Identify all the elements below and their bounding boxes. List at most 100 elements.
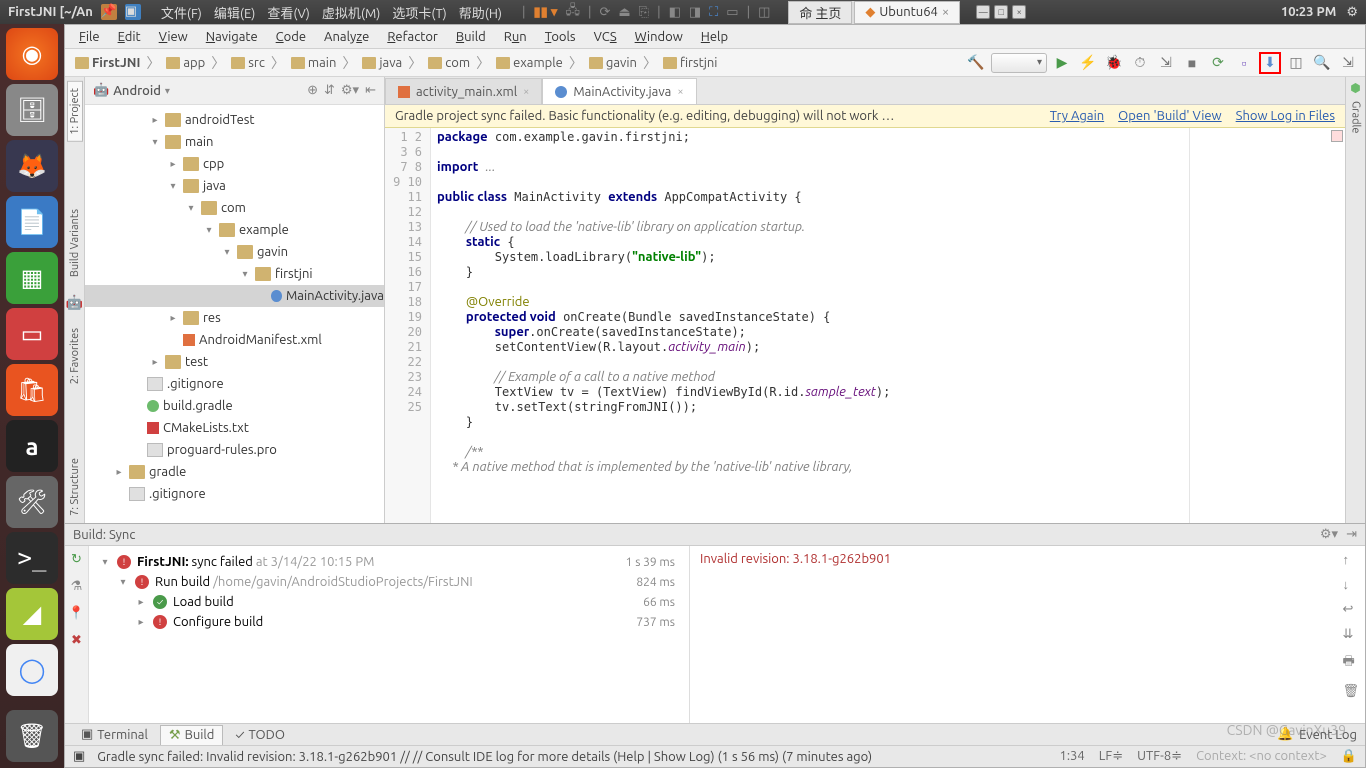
vm-tab-home[interactable]: 命 主页 (788, 1, 852, 24)
launcher-settings-icon[interactable]: 🛠 (6, 476, 58, 528)
scroll-from-source-icon[interactable]: ⊕ (307, 83, 318, 98)
pin-icon[interactable]: 📍 (68, 606, 84, 621)
vm-layout-icon[interactable]: ◧ (669, 5, 681, 20)
print-icon[interactable]: 🖶 (1342, 652, 1359, 674)
memory-indicator-icon[interactable]: 🔒 (1341, 749, 1357, 764)
open-build-view-link[interactable]: Open 'Build' View (1118, 109, 1221, 123)
breadcrumb-item[interactable]: src (227, 55, 269, 71)
build-tree-row[interactable]: ▾!Run build /home/gavin/AndroidStudioPro… (93, 572, 685, 592)
sdk-manager-icon[interactable]: ⬇ (1259, 52, 1281, 74)
vm-layout-icon4[interactable]: ◫ (758, 5, 770, 20)
vm-icon-2[interactable]: ▣ (125, 4, 141, 20)
tree-node[interactable]: proguard-rules.pro (85, 439, 384, 461)
project-view-selector[interactable]: 🤖Android ▾ (93, 83, 170, 98)
try-again-link[interactable]: Try Again (1050, 109, 1104, 123)
vm-menu-help[interactable]: 帮助(H) (455, 3, 506, 22)
tab-close-icon[interactable]: × (942, 5, 949, 19)
menu-run[interactable]: Run (496, 28, 535, 46)
breadcrumb-item[interactable]: java (358, 55, 406, 71)
sync-icon[interactable]: ⟳ (1207, 52, 1229, 74)
code-area[interactable]: package com.example.gavin.firstjni; impo… (431, 128, 1345, 523)
tool-tab-event-log[interactable]: Event Log (1299, 728, 1357, 742)
attach-debugger-icon[interactable]: ⇲ (1155, 52, 1177, 74)
tree-node[interactable]: CMakeLists.txt (85, 417, 384, 439)
tree-node[interactable]: ▾firstjni (85, 263, 384, 285)
vm-pause-icon[interactable]: ▮▮ ▾ (534, 5, 558, 20)
launcher-impress-icon[interactable]: ▭ (6, 308, 58, 360)
tool-tab-project[interactable]: 1: Project (67, 81, 83, 142)
context-indicator[interactable]: Context: <no context> (1196, 749, 1327, 764)
tree-node[interactable]: ▾gavin (85, 241, 384, 263)
breadcrumb-item[interactable]: gavin (585, 55, 641, 71)
vm-tb-icon4[interactable]: ⎘ (639, 5, 649, 20)
launcher-terminal-icon[interactable]: >_ (6, 532, 58, 584)
build-message-pane[interactable]: Invalid revision: 3.18.1-g262b901 ↑ ↓ ↩ … (689, 546, 1365, 723)
run-icon[interactable]: ▶ (1051, 52, 1073, 74)
minimize-button[interactable]: — (976, 5, 990, 19)
menu-window[interactable]: Window (627, 28, 691, 46)
menu-analyze[interactable]: Analyze (316, 28, 377, 46)
editor-tab-main-activity[interactable]: MainActivity.java× (542, 78, 696, 104)
menu-view[interactable]: View (151, 28, 196, 46)
tree-node[interactable]: ▾main (85, 131, 384, 153)
vm-tb-icon3[interactable]: ⏏ (618, 5, 630, 20)
avd-icon[interactable]: ▫ (1233, 52, 1255, 74)
tree-node[interactable]: build.gradle (85, 395, 384, 417)
vm-tb-icon2[interactable]: ⟳ (599, 5, 610, 20)
menu-vcs[interactable]: VCS (586, 28, 625, 46)
tree-node[interactable]: ▾example (85, 219, 384, 241)
launcher-dash-icon[interactable]: ◉ (6, 28, 58, 80)
tool-tab-structure[interactable]: 7: Structure (67, 451, 83, 523)
stop-icon[interactable]: ■ (1181, 52, 1203, 74)
close-button[interactable]: × (1012, 5, 1026, 19)
filter-icon[interactable]: ⚗ (71, 579, 83, 594)
vm-tb-icon[interactable]: 🖧 (565, 1, 580, 23)
hide-icon[interactable]: ⇥ (1346, 527, 1357, 542)
file-encoding[interactable]: UTF-8≑ (1137, 749, 1182, 764)
collapse-all-icon[interactable]: ⇵ (324, 83, 335, 98)
menu-refactor[interactable]: Refactor (379, 28, 446, 46)
maximize-button[interactable]: □ (994, 5, 1008, 19)
tree-node[interactable]: ▸cpp (85, 153, 384, 175)
vm-menu-vm[interactable]: 虚拟机(M) (318, 3, 385, 22)
vm-icon-1[interactable]: 📌 (101, 4, 117, 20)
build-tree[interactable]: ▾!FirstJNI: sync failed at 3/14/22 10:15… (89, 546, 689, 723)
tree-node[interactable]: ▾com (85, 197, 384, 219)
close-icon[interactable]: ✖ (71, 633, 82, 648)
tool-tab-build-variants[interactable]: Build Variants (67, 202, 83, 284)
vm-menu-edit[interactable]: 编辑(E) (210, 3, 259, 22)
menu-edit[interactable]: Edit (110, 28, 149, 46)
launcher-writer-icon[interactable]: 📄 (6, 196, 58, 248)
vm-menu-view[interactable]: 查看(V) (263, 3, 313, 22)
tree-node[interactable]: ▸gradle (85, 461, 384, 483)
launcher-android-studio-icon[interactable]: ◢ (6, 588, 58, 640)
vm-menu-file[interactable]: 文件(F) (157, 3, 206, 22)
menu-tools[interactable]: Tools (537, 28, 584, 46)
tree-node[interactable]: .gitignore (85, 373, 384, 395)
down-icon[interactable]: ↓ (1342, 577, 1359, 592)
launcher-store-icon[interactable]: 🛍 (6, 364, 58, 416)
ide-settings-icon[interactable]: ⇲ (1337, 52, 1359, 74)
tree-node[interactable]: ▸androidTest (85, 109, 384, 131)
tree-node[interactable]: MainActivity.java (85, 285, 384, 307)
wrap-icon[interactable]: ↩ (1342, 602, 1359, 617)
tree-node[interactable]: .gitignore (85, 483, 384, 505)
restart-icon[interactable]: ↻ (71, 552, 82, 567)
tool-tab-gradle[interactable]: Gradle (1349, 95, 1363, 140)
tool-tab-terminal[interactable]: ▣Terminal (73, 725, 156, 744)
breadcrumb-item[interactable]: main (287, 55, 340, 71)
editor-content[interactable]: 1 2 3 6 7 8 9 10 11 12 13 14 15 16 17 18… (385, 128, 1345, 523)
menu-file[interactable]: File (71, 28, 108, 46)
line-separator[interactable]: LF≑ (1099, 749, 1123, 764)
tree-node[interactable]: ▸res (85, 307, 384, 329)
scroll-icon[interactable]: ⇊ (1342, 627, 1359, 642)
build-tree-row[interactable]: ▸!Configure build737 ms (93, 612, 685, 632)
apply-changes-icon[interactable]: ⚡ (1077, 52, 1099, 74)
build-tree-row[interactable]: ▾!FirstJNI: sync failed at 3/14/22 10:15… (93, 552, 685, 572)
breadcrumb-item[interactable]: app (162, 55, 209, 71)
menu-navigate[interactable]: Navigate (198, 28, 266, 46)
tree-node[interactable]: ▾java (85, 175, 384, 197)
menu-build[interactable]: Build (448, 28, 494, 46)
vm-fullscreen-icon[interactable]: ⛶ (709, 5, 718, 20)
hide-icon[interactable]: ⇤ (365, 83, 376, 98)
